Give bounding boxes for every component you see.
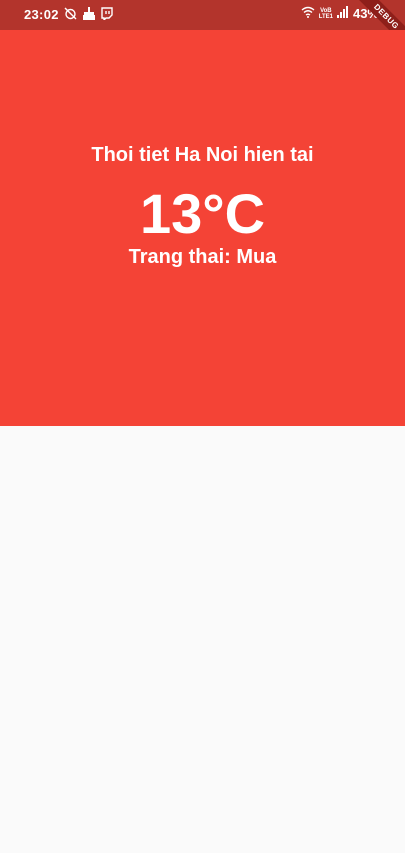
volte-label-bottom: LTE1 <box>318 13 333 20</box>
signal-icon <box>336 6 349 21</box>
content-area <box>0 426 405 853</box>
twitch-icon <box>101 7 113 20</box>
wifi-icon <box>301 6 315 21</box>
weather-status: Trang thai: Mua <box>128 246 277 268</box>
status-bar: 23:02 VoB LTE1 43% DEBUG <box>0 0 405 54</box>
weather-panel: Thoi tiet Ha Noi hien tai 13°C Trang tha… <box>0 30 405 426</box>
cleaner-icon <box>83 7 95 20</box>
weather-title: Thoi tiet Ha Noi hien tai <box>91 144 314 166</box>
status-left-icons <box>64 7 113 20</box>
no-alarm-icon <box>64 7 77 20</box>
volte-label-top: VoB <box>320 7 332 14</box>
volte-lte-icon: VoB LTE1 <box>319 8 333 20</box>
status-time: 23:02 <box>24 7 59 22</box>
weather-temperature: 13°C <box>139 182 266 245</box>
